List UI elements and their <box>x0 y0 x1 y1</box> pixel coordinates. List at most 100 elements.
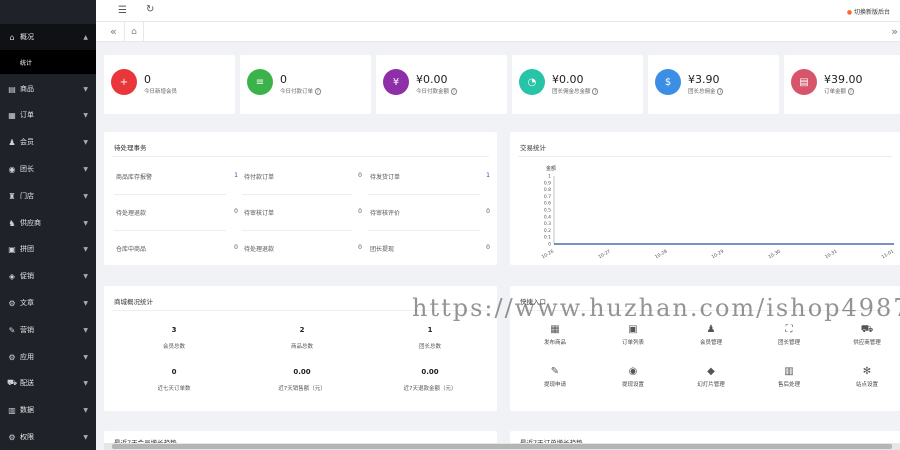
sidebar-item-3[interactable]: ♟ 会员 ▼ <box>0 129 96 155</box>
chevron-down-icon: ▼ <box>83 138 88 146</box>
shortcut-item[interactable]: ▣ 订单列表 <box>588 324 678 346</box>
todo-item-label[interactable]: 待审核评价 <box>370 208 400 217</box>
refresh-icon[interactable]: ↻ <box>146 4 154 15</box>
todo-item-label[interactable]: 待付款订单 <box>244 172 274 181</box>
todo-item-label[interactable]: 待发货订单 <box>370 172 400 181</box>
todo-item-label[interactable]: 团长提现 <box>370 244 394 253</box>
sidebar-item-13[interactable]: ▥ 数据 ▼ <box>0 397 96 423</box>
sidebar-item-7[interactable]: ▣ 拼团 ▼ <box>0 236 96 262</box>
shortcut-item[interactable]: ▦ 发布商品 <box>510 324 600 346</box>
help-icon[interactable]: ? <box>717 88 724 95</box>
y-tick-label: 0.5 <box>544 208 551 214</box>
store-icon: ♜ <box>8 191 16 201</box>
todo-item-count[interactable]: 0 <box>348 244 362 251</box>
todo-item-count[interactable]: 0 <box>476 244 490 251</box>
sidebar-item-4[interactable]: ◉ 团长 ▼ <box>0 156 96 182</box>
shortcut-icon: ◆ <box>707 366 715 377</box>
chevron-down-icon: ▼ <box>83 219 88 227</box>
sidebar-item-label: 权限 <box>20 433 34 441</box>
todo-item-label[interactable]: 仓库中商品 <box>116 244 146 253</box>
shortcut-item[interactable]: ⛶ 团长管理 <box>744 324 834 346</box>
summary-value: 1 <box>427 326 433 334</box>
x-tick-label: 11-01 <box>881 248 895 260</box>
shortcut-icon: ✎ <box>550 366 560 377</box>
shortcut-label: 供应商管理 <box>853 340 881 346</box>
sidebar-item-8[interactable]: ◈ 促销 ▼ <box>0 263 96 289</box>
todo-item-count[interactable]: 0 <box>224 208 238 215</box>
sidebar-item-label: 概况 <box>20 33 34 41</box>
shortcut-item[interactable]: ◉ 提现设置 <box>588 366 678 388</box>
scroll-right-icon[interactable]: » <box>891 25 898 38</box>
sidebar-item-9[interactable]: ⚙ 文章 ▼ <box>0 290 96 316</box>
shortcut-icon: ▦ <box>550 324 560 335</box>
scroll-left-icon[interactable]: « <box>110 25 117 38</box>
todo-item-label[interactable]: 待审核订单 <box>244 208 274 217</box>
sidebar-item-label: 数据 <box>20 406 34 414</box>
help-icon[interactable]: ? <box>450 88 457 95</box>
y-tick-label: 0.1 <box>544 235 551 241</box>
shortcut-item[interactable]: ♟ 会员管理 <box>666 324 756 346</box>
todo-item-count[interactable]: 1 <box>476 172 490 179</box>
stat-label: 今日新增会员 <box>144 89 178 95</box>
sidebar-item-10[interactable]: ✎ 营销 ▼ <box>0 317 96 343</box>
sidebar-subitem-statistics[interactable]: 统计 <box>0 50 96 74</box>
tab-home[interactable]: ⌂ <box>124 22 144 42</box>
stat-card: $ ¥3.90 团长总佣金 ? <box>648 55 779 114</box>
shortcut-item[interactable]: ▥ 售后处理 <box>744 366 834 388</box>
sidebar-item-11[interactable]: ⚙ 应用 ▼ <box>0 344 96 370</box>
sidebar-item-label: 应用 <box>20 353 34 361</box>
sidebar-item-12[interactable]: ⛟ 配送 ▼ <box>0 370 96 396</box>
chevron-down-icon: ▼ <box>83 85 88 93</box>
todo-item-count[interactable]: 0 <box>348 172 362 179</box>
row-divider <box>114 194 226 195</box>
row-divider <box>242 230 352 231</box>
shortcut-item[interactable]: ✻ 站点设置 <box>822 366 900 388</box>
sidebar-item-6[interactable]: ♞ 供应商 ▼ <box>0 210 96 236</box>
marketing-icon: ✎ <box>8 325 16 335</box>
leader-icon: ◉ <box>8 164 16 174</box>
y-axis-label: 金额 <box>546 165 556 172</box>
todo-item-label[interactable]: 待处理退款 <box>116 208 146 217</box>
x-tick-label: 10-29 <box>711 248 725 260</box>
shortcut-item[interactable]: ⛟ 供应商管理 <box>822 324 900 346</box>
todo-item-label[interactable]: 待处理退款 <box>244 244 274 253</box>
scrollbar-thumb[interactable] <box>112 444 892 449</box>
sidebar-item-0[interactable]: ⌂ 概况 ▲ <box>0 24 96 50</box>
stat-icon: ¥ <box>383 69 409 95</box>
stat-icon: ▤ <box>791 69 817 95</box>
todo-item-label[interactable]: 商品库存报警 <box>116 172 152 181</box>
row-divider <box>242 194 352 195</box>
sidebar-item-2[interactable]: ▦ 订单 ▼ <box>0 102 96 128</box>
todo-item-count[interactable]: 0 <box>348 208 362 215</box>
summary-value: 0.00 <box>293 368 311 376</box>
summary-value: 3 <box>171 326 177 334</box>
help-icon[interactable]: ? <box>847 88 854 95</box>
sidebar-item-5[interactable]: ♜ 门店 ▼ <box>0 183 96 209</box>
menu-toggle-icon[interactable]: ☰ <box>118 5 127 16</box>
member-icon: ♟ <box>8 137 16 147</box>
stat-icon: + <box>111 69 137 95</box>
sidebar-item-1[interactable]: ▤ 商品 ▼ <box>0 76 96 102</box>
todo-item-count[interactable]: 1 <box>224 172 238 179</box>
sidebar-item-14[interactable]: ⚙ 权限 ▼ <box>0 424 96 450</box>
y-tick-label: 0 <box>548 242 551 248</box>
sidebar-item-label: 商品 <box>20 85 34 93</box>
todo-item-count[interactable]: 0 <box>476 208 490 215</box>
stat-card: ≡ 0 今日付款订单 ? <box>240 55 371 114</box>
todo-panel: 待处理事务 商品库存报警 1 待付款订单 0 待发货订单 1 待处理退款 0 待审核订单 0 待审核… <box>104 132 497 265</box>
stat-value: ¥3.90 <box>688 73 720 86</box>
shortcut-item[interactable]: ✎ 提现申请 <box>510 366 600 388</box>
shortcut-label: 会员管理 <box>699 340 722 346</box>
switch-version-link[interactable]: ● 切换新版后台 <box>847 7 890 16</box>
todo-item-count[interactable]: 0 <box>224 244 238 251</box>
horizontal-scrollbar[interactable] <box>104 443 900 450</box>
stat-icon: $ <box>655 69 681 95</box>
y-tick-label: 0.2 <box>544 228 551 234</box>
stat-card: +0 今日新增会员 <box>104 55 235 114</box>
delivery-icon: ⛟ <box>6 378 18 387</box>
shortcut-item[interactable]: ◆ 幻灯片管理 <box>666 366 756 388</box>
help-icon[interactable]: ? <box>314 88 321 95</box>
help-icon[interactable]: ? <box>592 88 599 95</box>
chevron-down-icon: ▼ <box>83 272 88 280</box>
stat-value: ¥39.00 <box>824 73 863 86</box>
